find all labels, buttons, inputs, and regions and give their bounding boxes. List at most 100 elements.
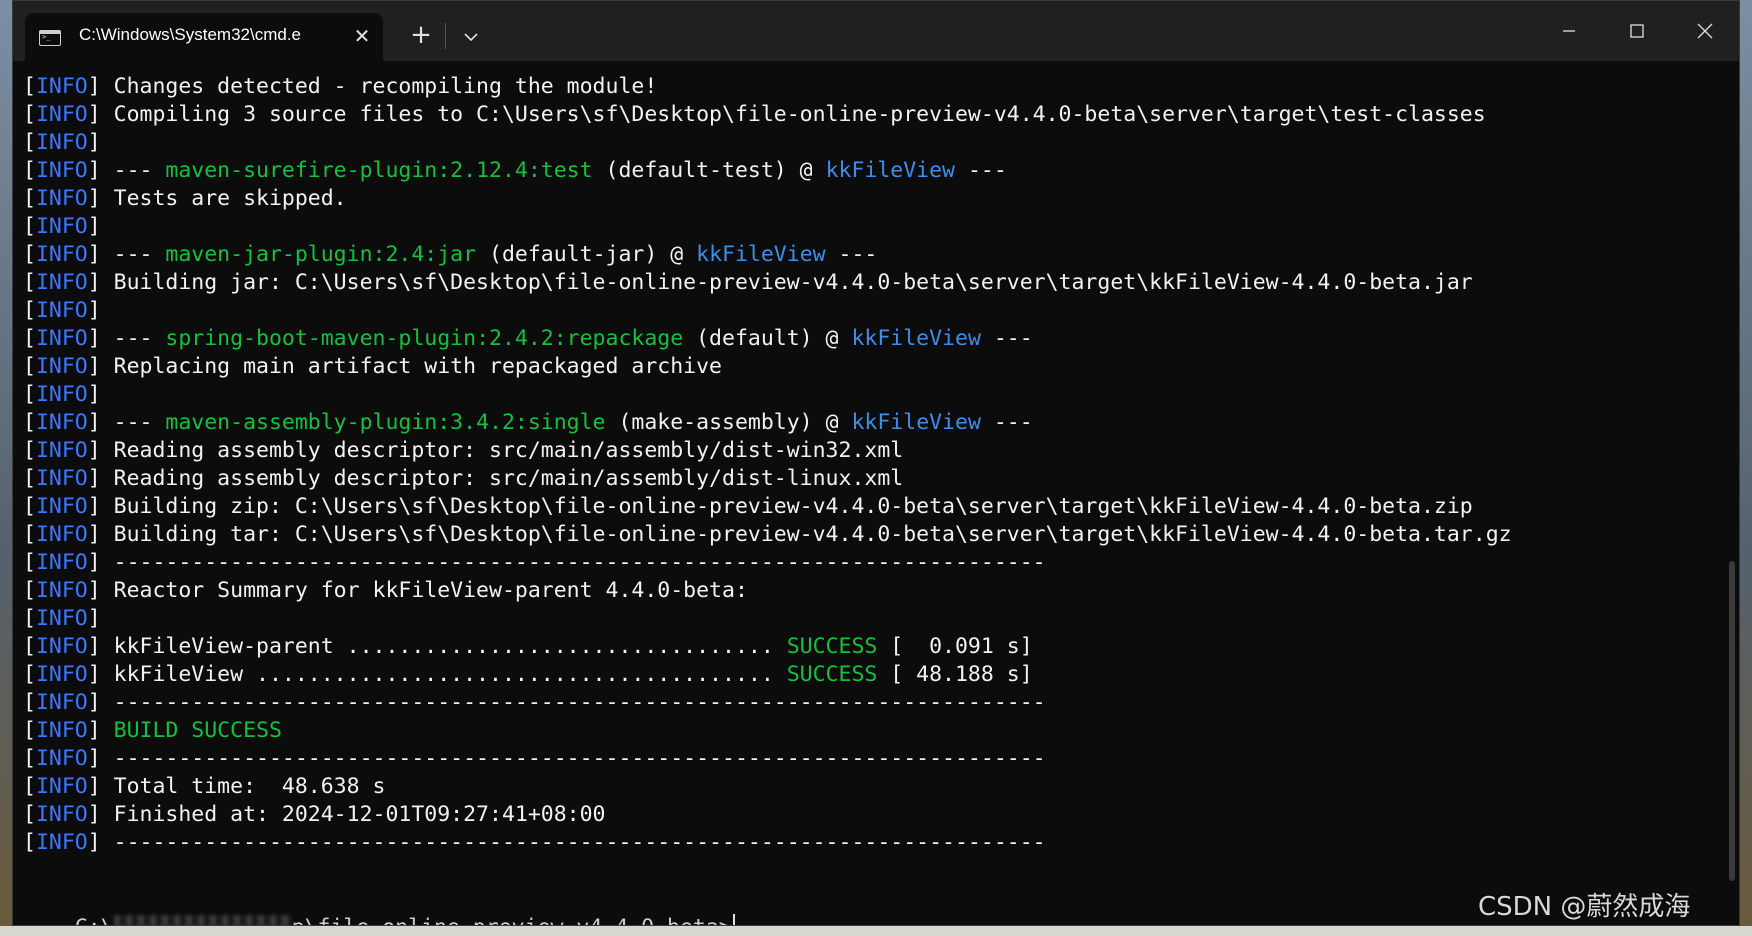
console-text: ] (87, 522, 114, 547)
console-line: [INFO] Total time: 48.638 s (23, 773, 1723, 801)
console-text: Building zip: C:\Users\sf\Desktop\file-o… (113, 494, 1473, 519)
console-text: BUILD SUCCESS (113, 718, 282, 743)
console-text: [ (23, 130, 36, 155)
console-text: [ (23, 774, 36, 799)
info-tag: INFO (35, 410, 88, 435)
close-window-button[interactable] (1671, 1, 1739, 61)
console-text: [ (23, 550, 36, 575)
console-text: ] (87, 410, 114, 435)
console-output[interactable]: [INFO] Changes detected - recompiling th… (23, 73, 1723, 913)
console-line: [INFO] Reading assembly descriptor: src/… (23, 437, 1723, 465)
info-tag: INFO (35, 774, 88, 799)
console-text: Tests are skipped. (113, 186, 347, 211)
prompt-suffix: p\file-online-preview-v4.4.0-beta> (292, 915, 732, 925)
console-text: [ (23, 410, 36, 435)
console-text: ] (87, 214, 101, 239)
console-line: [INFO] --- spring-boot-maven-plugin:2.4.… (23, 325, 1723, 353)
console-text: [ (23, 802, 36, 827)
console-text: maven-assembly-plugin:3.4.2:single (165, 410, 606, 435)
console-text: --- (980, 410, 1033, 435)
desktop-strip (0, 926, 1752, 936)
console-text: kkFileView (851, 410, 981, 435)
console-line: [INFO] (23, 129, 1723, 157)
console-text: --- (113, 326, 166, 351)
maximize-button[interactable] (1603, 1, 1671, 61)
info-tag: INFO (35, 690, 88, 715)
console-text: [ (23, 298, 36, 323)
console-text: [ (23, 74, 36, 99)
console-text: [ (23, 718, 36, 743)
console-text: ] (87, 494, 114, 519)
console-text: --- (980, 326, 1033, 351)
tab-cmd[interactable]: C:\Windows\System32\cmd.e ✕ (25, 13, 383, 61)
console-text: [ (23, 662, 36, 687)
console-text: ] (87, 130, 101, 155)
prompt-prefix: C:\ (75, 915, 114, 925)
console-text: [ (23, 522, 36, 547)
console-line: [INFO] Replacing main artifact with repa… (23, 353, 1723, 381)
console-text: ] (87, 550, 114, 575)
info-tag: INFO (35, 130, 88, 155)
console-line: [INFO] Finished at: 2024-12-01T09:27:41+… (23, 801, 1723, 829)
console-text: ] (87, 186, 114, 211)
tab-divider (445, 23, 446, 49)
console-text: [ (23, 382, 36, 407)
minimize-button[interactable] (1535, 1, 1603, 61)
close-tab-icon[interactable]: ✕ (349, 23, 375, 49)
console-text: Compiling 3 source files to C:\Users\sf\… (113, 102, 1486, 127)
chevron-down-icon[interactable] (459, 25, 483, 49)
console-line: [INFO] Changes detected - recompiling th… (23, 73, 1723, 101)
console-text: [ (23, 634, 36, 659)
new-tab-button[interactable]: + (405, 21, 437, 53)
info-tag: INFO (35, 270, 88, 295)
console-line: [INFO] --- maven-surefire-plugin:2.12.4:… (23, 157, 1723, 185)
console-line: [INFO] kkFileView ......................… (23, 661, 1723, 689)
command-prompt[interactable]: C:\ p\file-online-preview-v4.4.0-beta> (23, 886, 735, 925)
console-line: [INFO] Building tar: C:\Users\sf\Desktop… (23, 521, 1723, 549)
info-tag: INFO (35, 242, 88, 267)
console-text: ----------------------------------------… (113, 830, 1046, 855)
console-line: [INFO] ---------------------------------… (23, 549, 1723, 577)
console-text: maven-jar-plugin:2.4:jar (165, 242, 477, 267)
console-text: (default) @ (683, 326, 852, 351)
console-line: [INFO] (23, 213, 1723, 241)
console-text: [ (23, 746, 36, 771)
info-tag: INFO (35, 550, 88, 575)
info-tag: INFO (35, 326, 88, 351)
console-text: Building tar: C:\Users\sf\Desktop\file-o… (113, 522, 1512, 547)
console-text: [ (23, 102, 36, 127)
console-text: ] (87, 354, 114, 379)
title-bar[interactable]: C:\Windows\System32\cmd.e ✕ + (13, 1, 1739, 61)
info-tag: INFO (35, 494, 88, 519)
info-tag: INFO (35, 158, 88, 183)
console-text: spring-boot-maven-plugin:2.4.2:repackage (165, 326, 684, 351)
info-tag: INFO (35, 578, 88, 603)
console-text: kkFileView-parent ......................… (113, 634, 787, 659)
console-text: ] (87, 326, 114, 351)
scrollbar[interactable] (1729, 561, 1735, 881)
console-text: ] (87, 382, 101, 407)
console-text: [ (23, 242, 36, 267)
console-text: --- (113, 158, 166, 183)
console-text: [ (23, 578, 36, 603)
console-line: [INFO] kkFileView-parent ...............… (23, 633, 1723, 661)
console-text: Total time: 48.638 s (113, 774, 386, 799)
console-text: ] (87, 774, 114, 799)
tab-title: C:\Windows\System32\cmd.e (79, 25, 302, 44)
info-tag: INFO (35, 102, 88, 127)
info-tag: INFO (35, 662, 88, 687)
terminal-window: C:\Windows\System32\cmd.e ✕ + [INFO] Cha… (12, 0, 1740, 926)
console-text: ] (87, 242, 114, 267)
watermark: CSDN @蔚然成海 (1478, 892, 1691, 922)
console-text: [ (23, 354, 36, 379)
console-text: [ (23, 214, 36, 239)
console-text: ] (87, 438, 114, 463)
info-tag: INFO (35, 746, 88, 771)
console-text: Replacing main artifact with repackaged … (113, 354, 722, 379)
console-text: --- (113, 242, 166, 267)
console-line: [INFO] BUILD SUCCESS (23, 717, 1723, 745)
console-text: Finished at: 2024-12-01T09:27:41+08:00 (113, 802, 606, 827)
console-text: ----------------------------------------… (113, 746, 1046, 771)
console-text: [ (23, 606, 36, 631)
console-text: --- (113, 410, 166, 435)
